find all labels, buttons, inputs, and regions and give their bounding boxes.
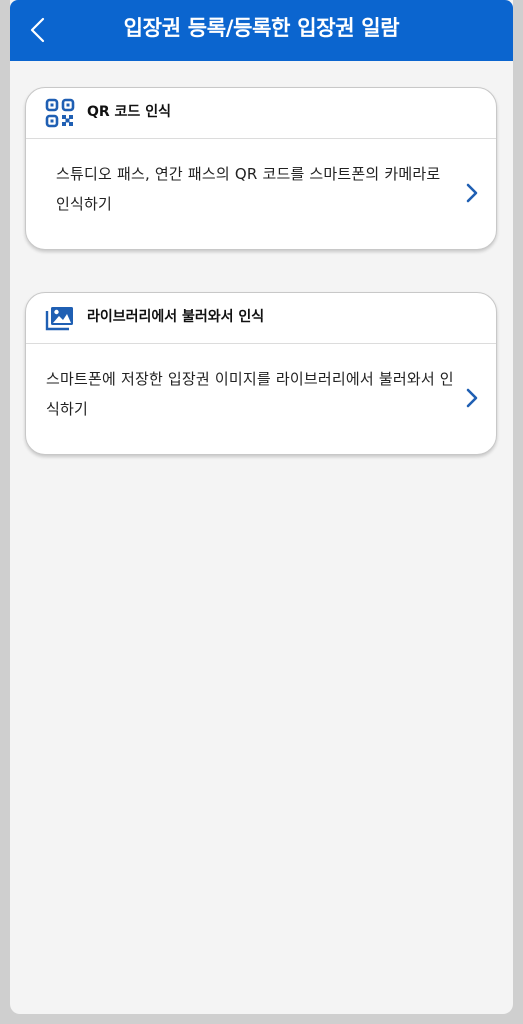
qr-scan-title: QR 코드 인식 bbox=[87, 104, 171, 120]
qr-scan-option[interactable]: 스튜디오 패스, 연간 패스의 QR 코드를 스마트폰의 카메라로 인식하기 bbox=[26, 139, 496, 249]
app-screen: 입장권 등록/등록한 입장권 일람 QR 코드 인식 스튜디오 패스, 연간 패… bbox=[10, 0, 513, 1014]
library-import-option[interactable]: 스마트폰에 저장한 입장권 이미지를 라이브러리에서 불러와서 인식하기 bbox=[26, 344, 496, 454]
chevron-right-icon bbox=[464, 386, 480, 410]
qr-scan-card: QR 코드 인식 스튜디오 패스, 연간 패스의 QR 코드를 스마트폰의 카메… bbox=[25, 87, 497, 250]
library-import-card: 라이브러리에서 불러와서 인식 스마트폰에 저장한 입장권 이미지를 라이브러리… bbox=[25, 292, 497, 455]
image-gallery-icon bbox=[44, 302, 76, 334]
qr-scan-description: 스튜디오 패스, 연간 패스의 QR 코드를 스마트폰의 카메라로 인식하기 bbox=[56, 165, 441, 213]
chevron-right-icon bbox=[464, 181, 480, 205]
card-header: 라이브러리에서 불러와서 인식 bbox=[26, 293, 496, 344]
page-title: 입장권 등록/등록한 입장권 일람 bbox=[123, 16, 400, 40]
library-import-description: 스마트폰에 저장한 입장권 이미지를 라이브러리에서 불러와서 인식하기 bbox=[46, 370, 454, 418]
card-header: QR 코드 인식 bbox=[26, 88, 496, 139]
library-import-title: 라이브러리에서 불러와서 인식 bbox=[87, 309, 265, 325]
chevron-left-icon bbox=[30, 17, 45, 43]
app-header: 입장권 등록/등록한 입장권 일람 bbox=[10, 0, 513, 61]
qr-code-icon bbox=[44, 97, 76, 129]
back-button[interactable] bbox=[22, 14, 52, 46]
